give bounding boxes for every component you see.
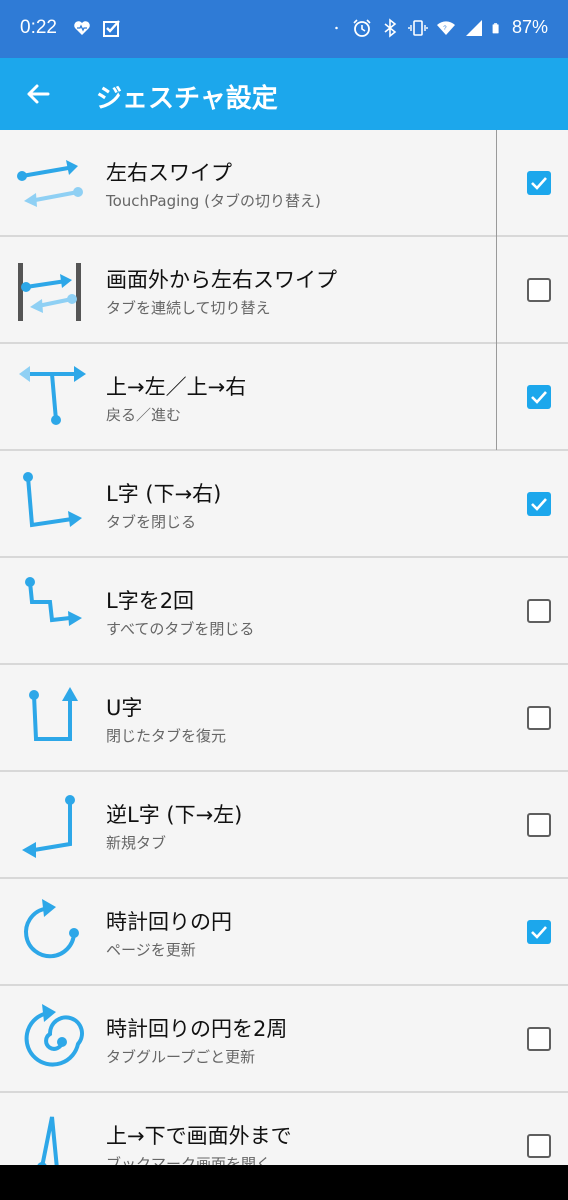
up-down-offscreen-icon [37, 1116, 59, 1165]
gesture-subtitle: 新規タブ [106, 834, 167, 852]
battery-icon [492, 22, 499, 33]
gesture-checkbox[interactable] [527, 492, 551, 516]
gesture-checkbox[interactable] [527, 1027, 551, 1051]
status-bar: 0:22 ? 87% [0, 0, 568, 58]
swipe-left-right-icon [17, 160, 83, 207]
battery-percent: 87% [511, 17, 548, 37]
gesture-subtitle: ページを更新 [106, 941, 196, 959]
vibrate-icon [408, 19, 428, 36]
vertical-divider [496, 130, 497, 450]
list-item[interactable]: 時計回りの円 ページを更新 [0, 879, 568, 986]
gesture-title: L字 (下→右) [106, 482, 222, 506]
list-item[interactable]: 上→下で画面外まで ブックマーク画面を開く [0, 1093, 568, 1165]
signal-icon [465, 19, 482, 36]
gesture-subtitle: TouchPaging (タブの切り替え) [106, 192, 321, 210]
reverse-l-icon [22, 795, 75, 858]
heart-icon [74, 21, 90, 35]
bluetooth-icon [384, 17, 397, 38]
list-item[interactable]: 時計回りの円を2周 タブグループごと更新 [0, 986, 568, 1093]
gesture-title: 時計回りの円 [106, 910, 232, 934]
list-item[interactable]: L字 (下→右) タブを閉じる [0, 451, 568, 558]
gesture-title: 上→左／上→右 [106, 375, 247, 399]
gesture-checkbox[interactable] [527, 920, 551, 944]
gesture-subtitle: タブを連続して切り替え [106, 299, 271, 317]
gesture-title: L字を2回 [106, 589, 195, 613]
gesture-checkbox[interactable] [527, 599, 551, 623]
checkbox-icon [103, 20, 120, 37]
gesture-checkbox[interactable] [527, 278, 551, 302]
gesture-subtitle: タブグループごと更新 [106, 1048, 256, 1066]
edge-swipe-icon [18, 263, 81, 321]
alarm-icon [353, 18, 371, 37]
gesture-subtitle: ブックマーク画面を開く [106, 1155, 272, 1165]
gesture-checkbox[interactable] [527, 813, 551, 837]
u-shape-icon [29, 687, 78, 741]
list-item[interactable]: L字を2回 すべてのタブを閉じる [0, 558, 568, 665]
gesture-checkbox[interactable] [527, 171, 551, 195]
gesture-checkbox[interactable] [527, 706, 551, 730]
up-left-right-icon [19, 366, 86, 425]
list-item[interactable]: 左右スワイプ TouchPaging (タブの切り替え) [0, 130, 568, 237]
page-title: ジェスチャ設定 [96, 84, 278, 114]
gesture-title: 時計回りの円を2周 [106, 1017, 288, 1041]
back-arrow-icon[interactable] [20, 76, 56, 112]
list-item[interactable]: 上→左／上→右 戻る／進む [0, 344, 568, 451]
gesture-checkbox[interactable] [527, 1134, 551, 1158]
dot-icon [335, 26, 338, 29]
gesture-subtitle: タブを閉じる [106, 513, 197, 531]
double-circle-icon [24, 1004, 84, 1067]
gesture-checkbox[interactable] [527, 385, 551, 409]
gesture-title: 上→下で画面外まで [106, 1124, 292, 1148]
clockwise-circle-icon [24, 899, 79, 959]
gesture-subtitle: 閉じたタブを復元 [106, 727, 227, 745]
list-item[interactable]: 画面外から左右スワイプ タブを連続して切り替え [0, 237, 568, 344]
l-shape-icon [23, 472, 82, 528]
system-navigation-bar [0, 1165, 568, 1200]
gesture-subtitle: 戻る／進む [106, 406, 182, 424]
status-time: 0:22 [20, 17, 57, 38]
wifi-icon: ? [436, 20, 455, 35]
gesture-title: 逆L字 (下→左) [106, 803, 243, 827]
list-item[interactable]: 逆L字 (下→左) 新規タブ [0, 772, 568, 879]
double-l-icon [25, 577, 82, 626]
gesture-title: U字 [106, 696, 143, 720]
gesture-title: 左右スワイプ [106, 161, 232, 185]
list-item[interactable]: U字 閉じたタブを復元 [0, 665, 568, 772]
app-bar: ジェスチャ設定 [0, 58, 568, 130]
gesture-title: 画面外から左右スワイプ [106, 268, 337, 292]
gesture-list: 左右スワイプ TouchPaging (タブの切り替え) 画面外から左右スワイプ… [0, 130, 568, 1165]
gesture-subtitle: すべてのタブを閉じる [106, 620, 255, 638]
